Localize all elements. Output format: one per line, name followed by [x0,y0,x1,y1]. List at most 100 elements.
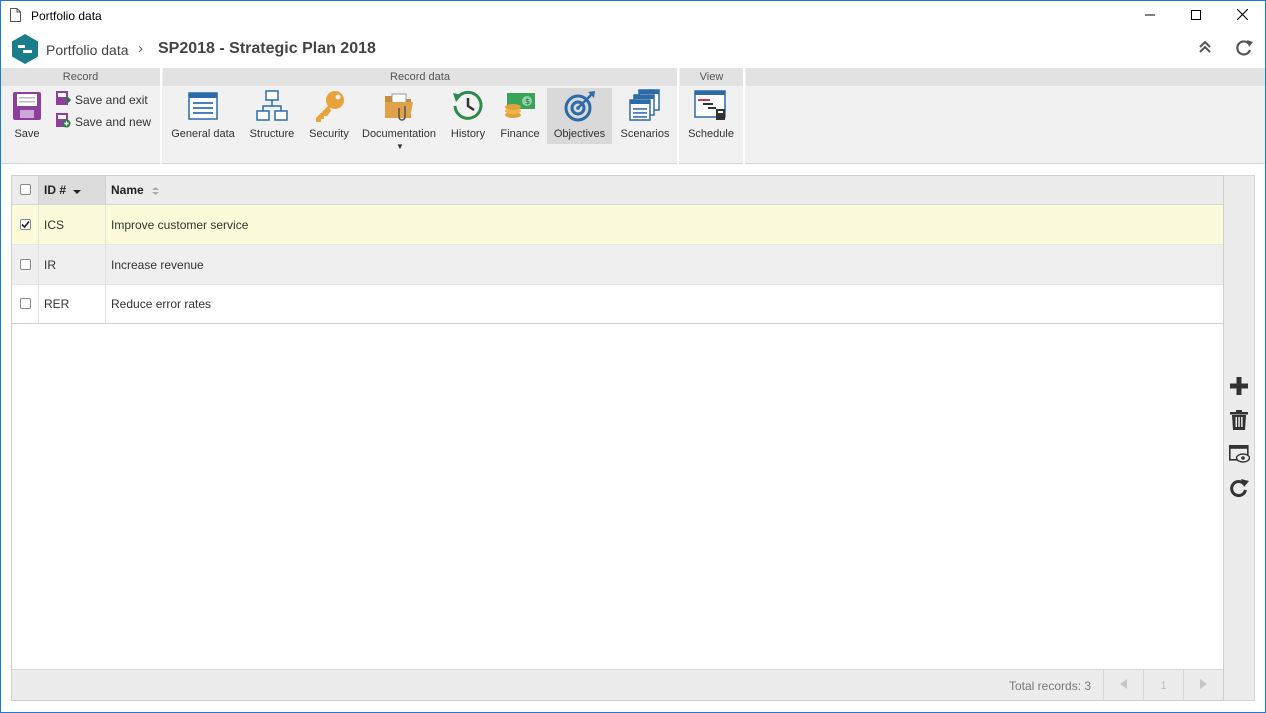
structure-icon [256,88,288,124]
close-button[interactable] [1219,1,1265,31]
save-and-new-button[interactable]: Save and new [55,112,151,131]
minimize-icon [1145,9,1155,23]
ribbon-group-record-data-label: Record data [163,68,677,86]
history-label: History [450,128,486,140]
refresh-icon [1229,478,1249,501]
key-icon [312,88,346,124]
header-id-column[interactable]: ID # [38,176,106,204]
app-logo-icon [9,33,41,68]
objectives-button[interactable]: Objectives [547,88,612,144]
ribbon-group-empty [746,68,1265,86]
scenarios-button[interactable]: Scenarios [617,88,673,144]
save-and-exit-label: Save and exit [75,92,148,107]
reload-button[interactable] [1234,39,1254,60]
row-name: Increase revenue [111,258,204,272]
ribbon-group-record-label: Record [1,68,160,86]
breadcrumb-parent[interactable]: Portfolio data [46,42,129,58]
row-checkbox[interactable] [20,298,31,309]
name-column-header: Name [111,183,144,197]
folder-icon [383,88,415,124]
row-select-cell [12,285,38,323]
svg-text:$: $ [525,97,530,106]
table-row[interactable]: ICS Improve customer service [12,205,1223,245]
schedule-button[interactable]: Schedule [685,88,737,144]
ribbon-divider [160,68,162,164]
next-page-button[interactable] [1183,670,1223,701]
grid-footer: Total records: 3 1 [12,669,1223,701]
chevron-left-icon [1120,679,1127,692]
row-id: ICS [44,218,65,232]
scenarios-label: Scenarios [620,128,670,140]
ribbon-toolbar: Record Record data View Save Save and ex… [1,68,1265,164]
documentation-label: Documentation [362,128,436,140]
breadcrumb-separator-icon: › [138,40,143,57]
title-bar: Portfolio data [1,1,1265,31]
refresh-button[interactable] [1228,478,1250,500]
save-new-icon [55,112,71,131]
row-checkbox[interactable] [20,259,31,270]
maximize-icon [1191,9,1201,23]
ribbon-group-view-label: View [680,68,743,86]
ribbon-divider [677,68,679,164]
id-column-header: ID # [44,183,67,197]
save-button[interactable]: Save [9,88,45,144]
scenarios-icon [629,88,661,124]
structure-label: Structure [249,128,295,140]
finance-label: Finance [500,128,540,140]
add-icon [1230,376,1248,398]
table-row[interactable]: IR Increase revenue [12,245,1223,285]
previous-page-button[interactable] [1103,670,1143,701]
documentation-button[interactable]: Documentation [359,88,439,144]
row-id-cell: ICS [38,205,106,244]
chevron-right-icon [1200,679,1207,692]
finance-button[interactable]: $ Finance [497,88,543,144]
save-and-new-label: Save and new [75,114,152,129]
delete-icon [1230,409,1248,433]
row-id: RER [44,297,70,311]
breadcrumb-header: Portfolio data › SP2018 - Strategic Plan… [1,31,1265,68]
save-exit-icon [55,90,72,109]
row-name: Improve customer service [111,218,249,232]
history-icon [451,88,485,124]
window-title: Portfolio data [31,9,102,23]
maximize-button[interactable] [1173,1,1219,31]
row-id-cell: RER [38,285,106,323]
general-data-label: General data [171,128,235,140]
security-label: Security [309,128,349,140]
schedule-label: Schedule [688,128,734,140]
row-checkbox-checked[interactable] [20,219,31,230]
add-button[interactable] [1228,376,1250,398]
select-all-checkbox[interactable] [20,184,31,195]
structure-button[interactable]: Structure [245,88,299,144]
general-data-icon [188,88,218,124]
row-name-cell: Reduce error rates [106,285,1223,323]
save-icon [12,88,42,124]
security-button[interactable]: Security [304,88,354,144]
row-select-cell [12,245,38,284]
table-row[interactable]: RER Reduce error rates [12,285,1223,324]
schedule-icon [694,88,728,124]
row-name: Reduce error rates [111,297,212,311]
ribbon-divider [743,68,745,164]
sort-descending-icon [73,184,81,198]
page-title: SP2018 - Strategic Plan 2018 [158,40,376,57]
minimize-button[interactable] [1127,1,1173,31]
view-icon [1228,444,1250,466]
history-button[interactable]: History [447,88,489,144]
sortable-icon [152,185,159,199]
save-label: Save [14,128,40,140]
target-icon [563,88,597,124]
row-select-cell [12,205,38,244]
objectives-grid: ID # Name ICS Improve customer service I… [11,175,1224,701]
objectives-label: Objectives [553,128,606,140]
collapse-ribbon-button[interactable] [1199,40,1211,57]
documentation-dropdown-icon[interactable]: ▼ [396,142,404,151]
view-button[interactable] [1228,444,1250,466]
header-name-column[interactable]: Name [106,176,1223,204]
delete-button[interactable] [1228,409,1250,433]
page-number[interactable]: 1 [1143,670,1183,701]
header-select-cell [12,176,38,204]
close-icon [1236,8,1248,23]
general-data-button[interactable]: General data [168,88,238,144]
save-and-exit-button[interactable]: Save and exit [55,90,148,109]
